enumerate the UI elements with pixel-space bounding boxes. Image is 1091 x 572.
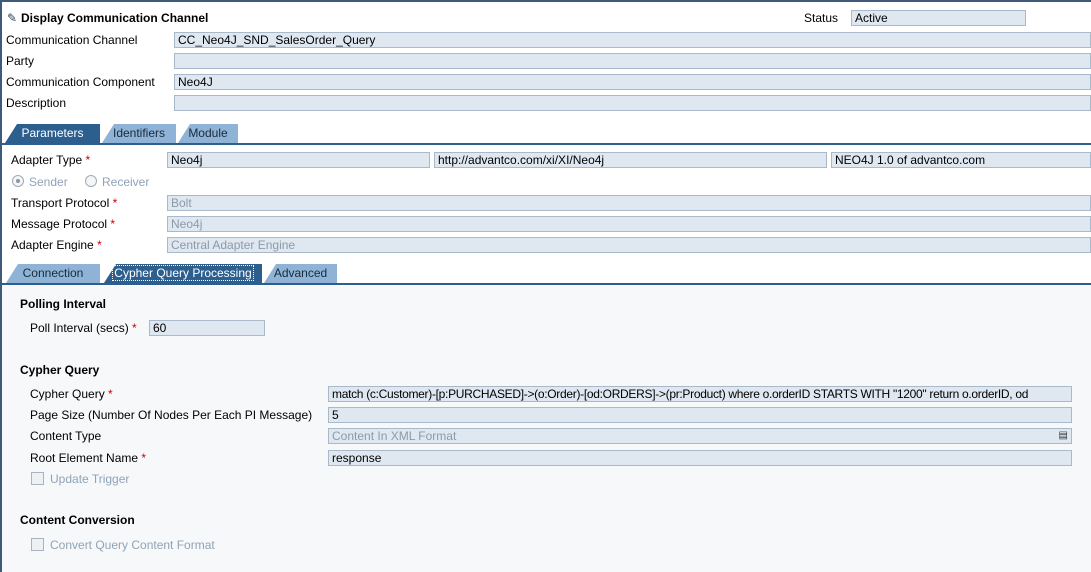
- cypher-query-label: Cypher Query *: [30, 387, 113, 401]
- header-title: ✎ Display Communication Channel: [7, 11, 209, 25]
- root-element-field[interactable]: response: [328, 450, 1072, 466]
- adapter-type-field[interactable]: Neo4j: [167, 152, 430, 168]
- tab-parameters[interactable]: Parameters: [5, 124, 100, 143]
- description-label: Description: [6, 96, 67, 110]
- description-field[interactable]: [174, 95, 1091, 111]
- party-label: Party: [6, 54, 35, 68]
- dropdown-icon[interactable]: ▤: [1059, 429, 1068, 443]
- root-element-label: Root Element Name *: [30, 451, 147, 465]
- component-label: Communication Component: [6, 75, 155, 89]
- checkbox-icon: [31, 472, 44, 485]
- status-label: Status: [804, 11, 839, 25]
- radio-icon: [12, 175, 24, 187]
- tab-identifiers[interactable]: Identifiers: [102, 124, 176, 143]
- checkbox-icon: [31, 538, 44, 551]
- page-size-label: Page Size (Number Of Nodes Per Each PI M…: [30, 408, 313, 422]
- cypher-query-field[interactable]: match (c:Customer)-[p:PURCHASED]->(o:Ord…: [328, 386, 1072, 402]
- sender-radio[interactable]: Sender: [12, 174, 68, 190]
- cypher-heading: Cypher Query: [20, 363, 100, 377]
- polling-heading: Polling Interval: [20, 297, 107, 311]
- tab-divider: [2, 143, 1091, 145]
- poll-interval-field[interactable]: 60: [149, 320, 265, 336]
- receiver-radio[interactable]: Receiver: [85, 174, 149, 190]
- poll-interval-label: Poll Interval (secs) *: [30, 321, 137, 335]
- subtab-divider: [2, 283, 1091, 285]
- component-field[interactable]: Neo4J: [174, 74, 1091, 90]
- convert-format-checkbox[interactable]: Convert Query Content Format: [31, 537, 215, 553]
- tab-cypher-query-processing[interactable]: Cypher Query Processing: [104, 264, 262, 283]
- adapter-engine-label: Adapter Engine *: [11, 238, 102, 252]
- message-protocol-label: Message Protocol *: [11, 217, 116, 231]
- radio-icon: [85, 175, 97, 187]
- status-field: Active: [851, 10, 1026, 26]
- tab-connection[interactable]: Connection: [6, 264, 100, 283]
- message-protocol-field[interactable]: Neo4j: [167, 216, 1091, 232]
- transport-field[interactable]: Bolt: [167, 195, 1091, 211]
- channel-field[interactable]: CC_Neo4J_SND_SalesOrder_Query: [174, 32, 1091, 48]
- content-type-label: Content Type: [30, 429, 102, 443]
- adapter-namespace-field[interactable]: http://advantco.com/xi/XI/Neo4j: [434, 152, 827, 168]
- conversion-heading: Content Conversion: [20, 513, 135, 527]
- adapter-type-label: Adapter Type *: [11, 153, 91, 167]
- tab-advanced[interactable]: Advanced: [264, 264, 337, 283]
- update-trigger-checkbox[interactable]: Update Trigger: [31, 471, 129, 487]
- channel-label: Communication Channel: [6, 33, 138, 47]
- adapter-engine-field[interactable]: Central Adapter Engine: [167, 237, 1091, 253]
- page-size-field[interactable]: 5: [328, 407, 1072, 423]
- content-type-select[interactable]: Content In XML Format ▤: [328, 428, 1072, 444]
- adapter-version-field[interactable]: NEO4J 1.0 of advantco.com: [831, 152, 1091, 168]
- party-field[interactable]: [174, 53, 1091, 69]
- transport-label: Transport Protocol *: [11, 196, 118, 210]
- channel-icon: ✎: [7, 11, 18, 25]
